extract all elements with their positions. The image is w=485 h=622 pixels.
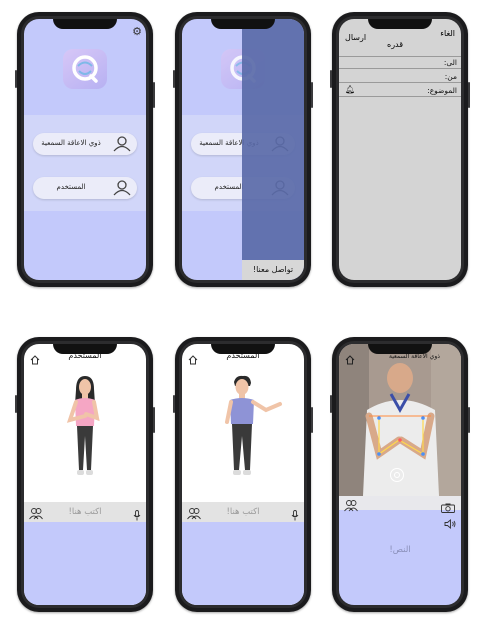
cancel-button[interactable]: الغاء	[440, 29, 455, 38]
avatar-screen-male: المستخدم اكتب هنا!	[182, 344, 304, 605]
home-icon[interactable]	[345, 350, 355, 369]
camera-toolbar	[339, 496, 461, 513]
contact-us-button[interactable]: تواصل معنا!	[242, 260, 304, 280]
female-avatar	[66, 376, 100, 475]
page-title: المستخدم	[68, 351, 102, 360]
from-field[interactable]: من:	[339, 71, 461, 83]
contact-form-screen: الغاء ارسال قدره الى: من: الموضوع: 🔔︎	[339, 19, 461, 280]
deaf-user-button[interactable]: ذوي الاعاقة السمعية	[33, 133, 137, 155]
app-logo	[63, 49, 107, 89]
send-button[interactable]: ارسال	[345, 33, 366, 42]
bell-icon: 🔔︎	[345, 85, 356, 94]
sender-name: قدره	[387, 40, 404, 49]
normal-user-button[interactable]: المستخدم	[33, 177, 137, 199]
gear-icon[interactable]: ⚙	[132, 25, 142, 38]
home-icon[interactable]	[30, 350, 40, 369]
side-menu-overlay[interactable]	[242, 19, 304, 280]
deaf-user-label: ذوي الاعاقة السمعية	[41, 139, 101, 147]
subject-field[interactable]: الموضوع: 🔔︎	[339, 85, 461, 97]
login-screen: ⚙ ذوي الاعاقة السمعية المستخدم	[24, 19, 146, 280]
output-area	[24, 522, 146, 605]
phone-camera: ذوي الاعاقة السمعية النص!	[330, 337, 470, 612]
phone-contact-form: الغاء ارسال قدره الى: من: الموضوع: 🔔︎	[330, 12, 470, 287]
translation-output: النص!	[389, 545, 411, 555]
message-input[interactable]: اكتب هنا!	[182, 507, 304, 517]
camera-screen: ذوي الاعاقة السمعية النص!	[339, 344, 461, 605]
capture-icon[interactable]	[390, 468, 404, 482]
message-input-bar: اكتب هنا!	[24, 502, 146, 522]
phone-avatar-female: المستخدم اكتب هنا!	[15, 337, 155, 612]
phone-menu: ذوي الاعاقة السمعية المستخدم تواصل معنا!	[173, 12, 313, 287]
output-area	[182, 522, 304, 605]
menu-screen: ذوي الاعاقة السمعية المستخدم تواصل معنا!	[182, 19, 304, 280]
to-field[interactable]: الى:	[339, 57, 461, 69]
avatar-screen-female: المستخدم اكتب هنا!	[24, 344, 146, 605]
phone-avatar-male: المستخدم اكتب هنا!	[173, 337, 313, 612]
role-selection-panel: ذوي الاعاقة السمعية المستخدم	[24, 115, 146, 211]
home-icon[interactable]	[188, 350, 198, 369]
speaker-icon[interactable]	[444, 514, 456, 533]
page-title: ذوي الاعاقة السمعية	[389, 353, 440, 360]
message-input-bar: اكتب هنا!	[182, 502, 304, 522]
phone-login: ⚙ ذوي الاعاقة السمعية المستخدم	[15, 12, 155, 287]
message-input[interactable]: اكتب هنا!	[24, 507, 146, 517]
page-title: المستخدم	[226, 351, 260, 360]
male-avatar	[225, 375, 282, 475]
group-icon[interactable]	[344, 497, 358, 516]
user-icon	[113, 180, 131, 196]
user-icon	[113, 136, 131, 152]
normal-user-label: المستخدم	[56, 183, 86, 191]
